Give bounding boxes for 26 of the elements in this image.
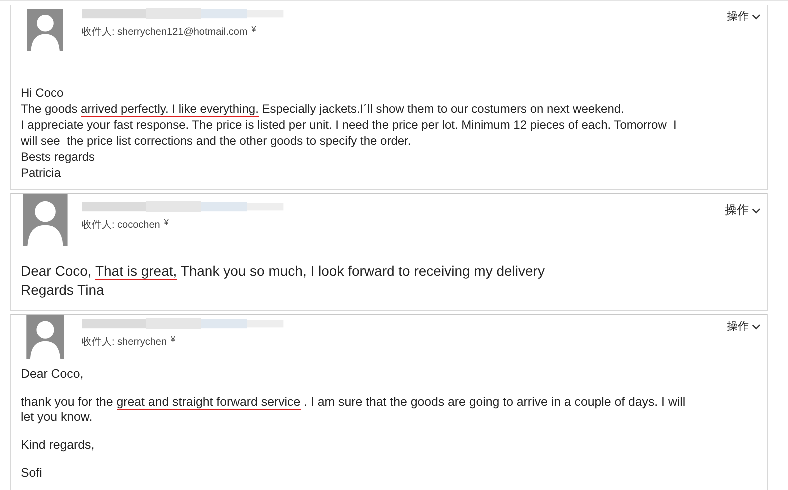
recipient-text: 收件人: cocochen xyxy=(82,219,160,232)
chevron-down-icon xyxy=(752,324,761,330)
message-line: Sofi xyxy=(21,466,44,481)
message-line: Hi Coco xyxy=(21,85,65,101)
recipient-text: 收件人: sherrychen xyxy=(82,336,168,349)
chevron-down-icon xyxy=(752,14,761,20)
message-line: Kind regards, xyxy=(21,438,96,453)
actions-menu-button[interactable]: 操作 xyxy=(723,5,765,28)
expand-toggle[interactable]: ¥ xyxy=(171,335,176,349)
message-line: let you know. xyxy=(21,410,94,425)
chevron-down-icon xyxy=(752,208,761,214)
message-line: Patricia xyxy=(21,165,62,181)
message-line: Bests regards xyxy=(21,149,96,165)
avatar-icon xyxy=(21,194,70,246)
expand-toggle[interactable]: ¥ xyxy=(164,218,169,232)
actions-menu-button[interactable]: 操作 xyxy=(723,315,765,338)
message-line: The goods arrived perfectly. I like everything. Especially jackets.I´ll show them to our costumers on next weekend. xyxy=(21,101,626,117)
message-line: Regards Tina xyxy=(21,281,106,300)
actions-menu-button[interactable]: 操作 xyxy=(721,194,765,223)
message-line: Dear Coco, That is great, Thank you so much, I look forward to receiving my delivery xyxy=(21,262,546,281)
message-line: I appreciate your fast response. The price is listed per unit. I need the price per lot. Minimum 12 pieces of each. Tomorrow I xyxy=(21,117,678,133)
message-line: thank you for the great and straight forward service . I am sure that the goods are going to arrive in a couple of days. I will xyxy=(21,395,687,410)
recipient-text: 收件人: sherrychen121@hotmail.com xyxy=(82,26,248,39)
expand-toggle[interactable]: ¥ xyxy=(252,25,256,39)
message-line: Dear Coco, xyxy=(21,367,85,382)
message-line: will see the price list corrections and the other goods to specify the order. xyxy=(21,133,412,149)
